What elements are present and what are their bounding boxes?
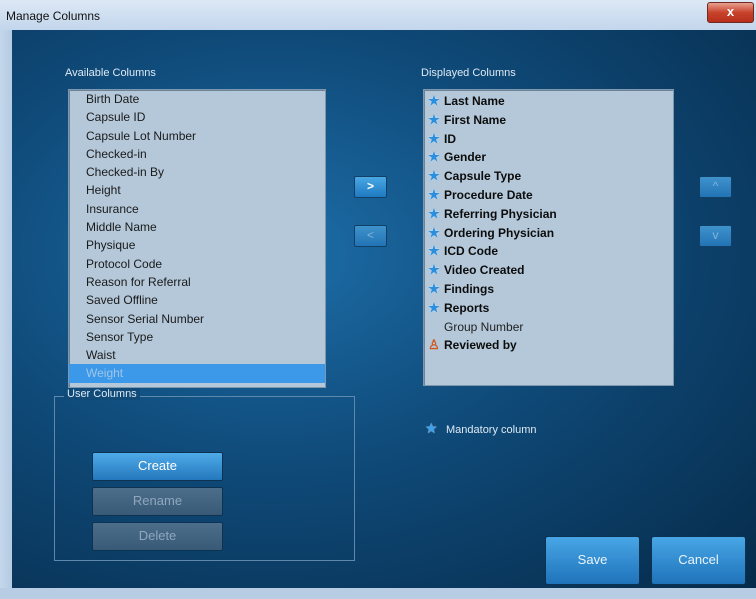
displayed-column-label: Reviewed by <box>444 338 517 353</box>
displayed-column-item[interactable]: ★ Ordering Physician <box>424 224 673 243</box>
displayed-column-item[interactable]: ★ Last Name <box>424 92 673 111</box>
add-column-button[interactable]: > <box>354 176 387 198</box>
mandatory-column-legend: Mandatory column <box>446 424 537 436</box>
displayed-column-label: Ordering Physician <box>444 225 555 240</box>
star-icon: ★ <box>428 262 440 278</box>
available-column-item[interactable]: Weight <box>69 364 325 383</box>
displayed-columns-list[interactable]: ★ Last Name ★ First Name ★ ID ★ Gender ★ Capsule … <box>423 89 674 386</box>
displayed-column-label: Capsule Type <box>444 169 522 184</box>
available-columns-list[interactable]: Birth Date Capsule ID Capsule Lot Number Ch… <box>68 89 326 388</box>
displayed-column-label: First Name <box>444 112 507 127</box>
mandatory-star-icon: ★ <box>425 420 438 436</box>
star-icon: ★ <box>428 130 440 146</box>
star-icon: ★ <box>428 280 440 296</box>
star-icon: ★ <box>428 186 440 202</box>
star-icon: ★ <box>428 93 440 108</box>
displayed-column-label: Last Name <box>444 94 505 108</box>
window-frame-left <box>0 30 12 599</box>
remove-column-button[interactable]: < <box>354 225 387 247</box>
window-title: Manage Columns <box>6 9 101 23</box>
star-icon: ★ <box>428 205 440 221</box>
create-button[interactable]: Create <box>92 452 223 481</box>
available-column-item[interactable]: Capsule Lot Number <box>69 127 325 145</box>
star-icon: ★ <box>428 168 440 184</box>
available-column-item[interactable]: Checked-in <box>69 145 325 163</box>
available-column-item[interactable]: Protocol Code <box>69 255 325 273</box>
available-column-item[interactable]: Checked-in By <box>69 163 325 181</box>
displayed-column-label: Group Number <box>444 319 524 334</box>
displayed-column-item[interactable]: ★ ICD Code <box>424 242 673 261</box>
cancel-button[interactable]: Cancel <box>651 536 746 585</box>
delete-button[interactable]: Delete <box>92 522 223 551</box>
displayed-column-item[interactable]: ★ Procedure Date <box>424 186 673 205</box>
window-frame-bottom <box>0 588 756 599</box>
star-icon: ★ <box>428 299 440 315</box>
displayed-column-item[interactable]: ♙ Reviewed by <box>424 336 673 355</box>
displayed-columns-label: Displayed Columns <box>421 67 516 79</box>
available-column-item[interactable]: Physique <box>69 236 325 254</box>
available-column-item[interactable]: Sensor Serial Number <box>69 310 325 328</box>
available-column-item[interactable]: Waist <box>69 346 325 364</box>
displayed-column-item[interactable]: ★ Reports <box>424 299 673 318</box>
star-icon: ★ <box>428 224 440 240</box>
save-button[interactable]: Save <box>545 536 640 585</box>
available-columns-label: Available Columns <box>65 67 156 79</box>
displayed-column-label: ICD Code <box>444 244 498 259</box>
available-column-item[interactable]: Reason for Referral <box>69 273 325 291</box>
available-column-item[interactable]: Sensor Type <box>69 328 325 346</box>
displayed-column-item[interactable]: ★ ID <box>424 130 673 149</box>
star-icon: ★ <box>428 149 440 165</box>
close-button[interactable]: x <box>707 2 754 23</box>
displayed-column-item[interactable]: ★ Referring Physician <box>424 205 673 224</box>
star-icon: ★ <box>428 111 440 127</box>
displayed-column-item[interactable]: ★ Capsule Type <box>424 167 673 186</box>
displayed-column-item[interactable]: Group Number <box>424 318 673 337</box>
displayed-column-label: Referring Physician <box>444 206 557 221</box>
available-column-item[interactable]: Height <box>69 181 325 199</box>
displayed-column-label: Findings <box>444 281 494 296</box>
available-column-item[interactable]: Capsule ID <box>69 108 325 126</box>
person-icon: ♙ <box>428 337 440 353</box>
displayed-column-label: ID <box>444 131 456 146</box>
available-column-item[interactable]: Middle Name <box>69 218 325 236</box>
rename-button[interactable]: Rename <box>92 487 223 516</box>
displayed-column-label: Procedure Date <box>444 187 533 202</box>
move-down-button[interactable]: v <box>699 225 732 247</box>
star-icon: ★ <box>428 243 440 259</box>
displayed-column-item[interactable]: ★ Gender <box>424 148 673 167</box>
displayed-column-label: Gender <box>444 150 487 165</box>
displayed-column-item[interactable]: ★ First Name <box>424 111 673 130</box>
move-up-button[interactable]: ^ <box>699 176 732 198</box>
title-bar: Manage Columns x <box>0 0 756 31</box>
user-columns-group-title: User Columns <box>64 388 140 400</box>
displayed-column-label: Video Created <box>444 263 525 278</box>
available-column-item[interactable]: Saved Offline <box>69 291 325 309</box>
displayed-column-label: Reports <box>444 300 490 315</box>
displayed-column-item[interactable]: ★ Findings <box>424 280 673 299</box>
available-column-item[interactable]: Insurance <box>69 200 325 218</box>
available-column-item[interactable]: Birth Date <box>69 90 325 108</box>
displayed-column-item[interactable]: ★ Video Created <box>424 261 673 280</box>
